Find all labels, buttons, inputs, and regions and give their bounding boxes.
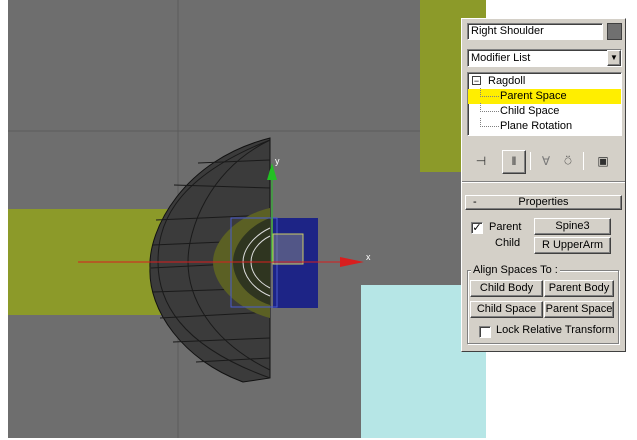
align-child-body-button[interactable]: Child Body <box>470 280 543 297</box>
modify-command-panel: Right Shoulder Modifier List ▼ − Ragdoll… <box>461 18 626 352</box>
make-unique-icon[interactable]: ∀ <box>535 150 557 172</box>
button-label: Child Space <box>476 303 537 315</box>
rollout-collapse-icon: - <box>473 196 477 208</box>
perspective-viewport[interactable]: x y <box>8 0 486 438</box>
button-label: Child Body <box>479 282 534 294</box>
show-end-result-icon[interactable]: ‖ <box>502 150 526 174</box>
parent-pick-label: Spine3 <box>555 220 590 232</box>
tree-connector-icon <box>480 118 499 127</box>
parent-label: Parent <box>489 221 522 233</box>
rollout-title: Properties <box>518 196 569 208</box>
stack-item-label: Plane Rotation <box>500 120 573 132</box>
tree-connector-icon <box>480 103 499 112</box>
align-parent-space-button[interactable]: Parent Space <box>544 301 614 318</box>
lock-relative-transform-checkbox[interactable] <box>479 326 491 338</box>
child-label: Child <box>495 237 521 249</box>
collapse-toggle-icon[interactable]: − <box>472 76 481 86</box>
toolbar-divider <box>530 152 531 170</box>
viewport-scene[interactable]: x y <box>8 0 486 438</box>
configure-modifier-sets-icon[interactable]: ▣ <box>592 150 614 172</box>
modifier-stack[interactable]: − Ragdoll Parent Space Child Space Plane… <box>467 72 622 136</box>
stack-item-label: Child Space <box>500 105 560 117</box>
hemisphere-mesh[interactable] <box>149 137 271 383</box>
child-pick-label: R UpperArm <box>541 239 604 251</box>
align-child-space-button[interactable]: Child Space <box>470 301 543 318</box>
lock-relative-transform-label: Lock Relative Transform <box>496 324 615 336</box>
stack-item-ragdoll[interactable]: − Ragdoll <box>468 74 621 89</box>
joint-inner-box <box>272 233 304 265</box>
parent-pick-button[interactable]: Spine3 <box>534 218 611 235</box>
axis-y-label: y <box>275 156 280 166</box>
align-parent-body-button[interactable]: Parent Body <box>544 280 614 297</box>
align-spaces-title: Align Spaces To : <box>471 264 560 276</box>
properties-rollout-header[interactable]: - Properties <box>465 195 622 210</box>
button-label: Parent Space <box>545 303 613 315</box>
dropdown-arrow-button[interactable]: ▼ <box>607 50 621 66</box>
axis-x-label: x <box>366 252 371 262</box>
modifier-list-dropdown[interactable]: Modifier List ▼ <box>467 49 622 67</box>
object-name-text: Right Shoulder <box>471 25 544 37</box>
stack-item-parent-space[interactable]: Parent Space <box>468 88 621 104</box>
remove-modifier-icon[interactable]: ⍥ <box>557 150 579 172</box>
child-pick-button[interactable]: R UpperArm <box>534 237 611 254</box>
checkmark-icon: ✓ <box>472 222 482 234</box>
pin-stack-icon[interactable]: ⊣ <box>470 150 492 172</box>
panel-separator <box>462 181 625 183</box>
modifier-list-text: Modifier List <box>471 52 531 64</box>
tree-connector-icon <box>480 88 499 97</box>
stack-item-label: Parent Space <box>500 90 567 102</box>
object-color-swatch[interactable] <box>607 23 622 40</box>
toolbar-divider <box>583 152 584 170</box>
object-name-field[interactable]: Right Shoulder <box>467 23 603 40</box>
stack-item-plane-rotation[interactable]: Plane Rotation <box>468 118 621 134</box>
stack-item-label: Ragdoll <box>488 75 526 87</box>
parent-checkbox[interactable]: ✓ <box>471 222 483 234</box>
button-label: Parent Body <box>548 282 610 294</box>
axis-x-arrow <box>340 257 364 267</box>
stack-item-child-space[interactable]: Child Space <box>468 103 621 119</box>
